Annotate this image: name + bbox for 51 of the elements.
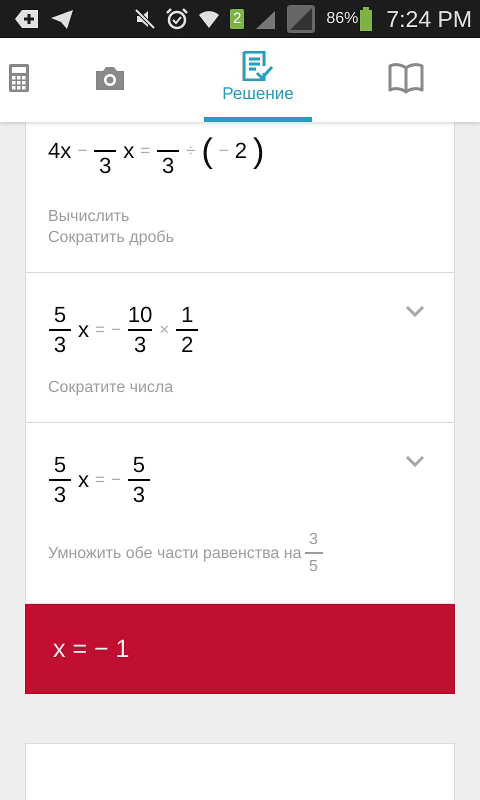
numerator: 3 xyxy=(309,530,318,550)
math-operator: = xyxy=(95,320,105,340)
wifi-icon xyxy=(198,8,220,30)
numerator: 10 xyxy=(128,301,152,329)
hint-text: Сократите числа xyxy=(48,378,174,398)
math-term: x xyxy=(78,467,89,493)
battery-icon xyxy=(360,7,372,31)
parenthesis: ( xyxy=(201,132,213,170)
math-operator: ÷ xyxy=(186,141,196,161)
denominator: 3 xyxy=(134,331,146,359)
math-term: 2 xyxy=(234,138,247,164)
math-operator: − xyxy=(110,320,121,340)
book-icon xyxy=(388,62,424,94)
math-operator: × xyxy=(159,320,170,340)
send-icon xyxy=(50,8,74,30)
math-term: x xyxy=(123,138,134,164)
denominator: 3 xyxy=(162,152,174,180)
mute-icon xyxy=(134,8,156,30)
calculator-icon xyxy=(8,62,30,92)
chevron-down-icon[interactable] xyxy=(405,305,425,320)
denominator: 3 xyxy=(99,152,112,180)
battery-percent: 86% xyxy=(326,10,358,28)
numerator: 1 xyxy=(181,301,194,329)
signal-icon xyxy=(254,8,276,30)
denominator: 3 xyxy=(132,481,145,509)
denominator: 2 xyxy=(181,331,194,359)
math-term: 4x xyxy=(48,138,72,164)
answer-banner: x = − 1 xyxy=(25,604,455,694)
hint-text: Сократить дробь xyxy=(48,228,174,248)
signal-icon xyxy=(286,4,316,34)
document-check-icon xyxy=(242,51,274,81)
math-operator: − xyxy=(77,141,88,161)
math-term: x xyxy=(78,317,89,343)
hint-text: Умножить обе части равенства на xyxy=(48,544,302,564)
notification-icon xyxy=(14,8,40,30)
math-operator: − xyxy=(218,141,229,161)
alarm-icon xyxy=(166,8,188,30)
math-operator: = xyxy=(140,141,150,161)
math-operator: = xyxy=(95,470,105,490)
denominator: 3 xyxy=(54,481,66,509)
numerator: 5 xyxy=(132,451,145,479)
chevron-down-icon[interactable] xyxy=(405,455,425,470)
math-operator: − xyxy=(110,470,121,490)
clock: 7:24 PM xyxy=(386,6,472,32)
parenthesis: ) xyxy=(252,132,264,170)
denominator: 5 xyxy=(309,557,318,577)
hint-text: Вычислить xyxy=(48,207,130,227)
denominator: 3 xyxy=(54,331,66,359)
numerator: 5 xyxy=(54,301,66,329)
sim-badge: 2 xyxy=(230,9,244,29)
numerator: 5 xyxy=(54,451,66,479)
